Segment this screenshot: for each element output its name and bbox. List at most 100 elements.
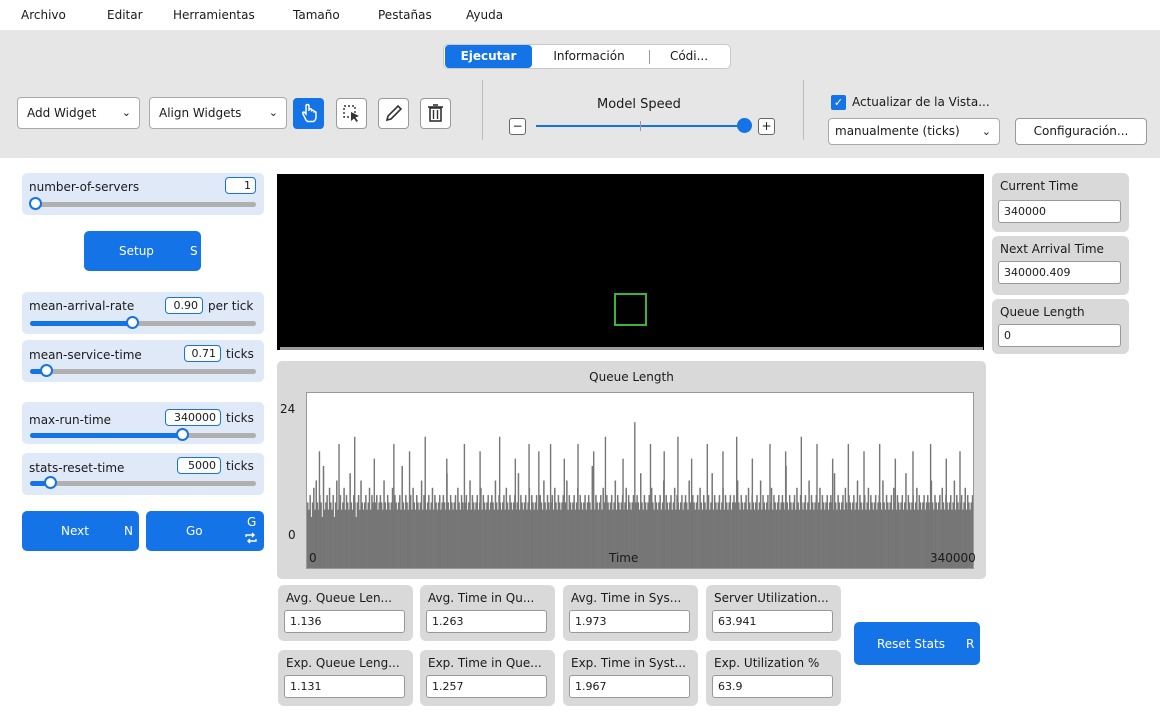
- monitor-label: Queue Length: [1000, 305, 1085, 319]
- slider-value[interactable]: 340000: [165, 409, 221, 426]
- slider-thumb[interactable]: [29, 197, 42, 210]
- monitor-value: 0: [998, 324, 1121, 347]
- slider-number-of-servers[interactable]: number-of-servers 1: [22, 173, 264, 215]
- pencil-icon: [385, 104, 403, 122]
- monitor-avg-queue-length: Avg. Queue Len... 1.136: [278, 585, 413, 641]
- slider-value[interactable]: 0.90: [165, 297, 203, 314]
- menu-archivo[interactable]: Archivo: [21, 8, 66, 22]
- slider-fill: [30, 321, 132, 326]
- menu-tamano[interactable]: Tamaño: [293, 8, 340, 22]
- server-turtle: [614, 293, 647, 326]
- slider-label: max-run-time: [29, 413, 112, 427]
- interact-tool-button[interactable]: [293, 98, 324, 129]
- histogram-peak-bar: [514, 458, 517, 568]
- slider-label: number-of-servers: [29, 180, 140, 194]
- slider-label: mean-service-time: [29, 348, 142, 362]
- menu-herramientas[interactable]: Herramientas: [173, 8, 255, 22]
- edit-tool-button[interactable]: [378, 98, 409, 129]
- monitor-exp-utilization: Exp. Utilization % 63.9: [706, 650, 841, 706]
- histogram-peak-bar: [563, 458, 566, 568]
- slider-max-run-time[interactable]: max-run-time 340000 ticks: [22, 402, 264, 444]
- slider-unit: per tick: [208, 299, 254, 313]
- speed-center-tick: [640, 121, 641, 131]
- histogram-peak-bar: [373, 458, 375, 568]
- tab-separator: [649, 50, 650, 64]
- next-button[interactable]: Next N: [22, 511, 139, 551]
- reset-stats-key: R: [966, 637, 975, 651]
- trash-icon: [428, 104, 443, 122]
- menu-bar: Archivo Editar Herramientas Tamaño Pesta…: [0, 0, 1160, 30]
- slider-unit: ticks: [226, 459, 254, 473]
- menu-pestanas[interactable]: Pestañas: [378, 8, 432, 22]
- slider-mean-arrival-rate[interactable]: mean-arrival-rate 0.90 per tick: [22, 292, 264, 334]
- histogram-peak-bar: [929, 444, 932, 568]
- add-widget-dropdown[interactable]: Add Widget ⌄: [17, 97, 140, 129]
- slider-thumb[interactable]: [40, 364, 53, 377]
- histogram-peak-bar: [479, 451, 481, 568]
- model-speed-label: Model Speed: [597, 97, 681, 112]
- slider-value[interactable]: 5000: [177, 457, 221, 474]
- speed-decrease-button[interactable]: −: [509, 118, 526, 135]
- setup-button[interactable]: Setup S: [84, 231, 201, 271]
- monitor-value: 63.941: [712, 610, 833, 633]
- speed-increase-button[interactable]: +: [758, 118, 775, 135]
- go-label: Go: [186, 524, 203, 538]
- slider-thumb[interactable]: [44, 476, 57, 489]
- settings-button[interactable]: Configuración...: [1015, 118, 1147, 145]
- chevron-down-icon: ⌄: [121, 106, 131, 119]
- histogram-peak-bar: [722, 451, 724, 568]
- slider-stats-reset-time[interactable]: stats-reset-time 5000 ticks: [22, 453, 264, 495]
- tab-codigo[interactable]: Códi...: [654, 45, 724, 68]
- histogram-peak-bar: [769, 444, 771, 568]
- setup-key: S: [190, 244, 198, 258]
- select-tool-button[interactable]: [336, 98, 367, 129]
- model-speed-knob[interactable]: [737, 118, 752, 133]
- delete-tool-button[interactable]: [420, 98, 451, 129]
- slider-label: mean-arrival-rate: [29, 299, 135, 313]
- hand-pointer-icon: [301, 103, 317, 123]
- tab-informacion[interactable]: Información: [534, 45, 644, 68]
- menu-ayuda[interactable]: Ayuda: [466, 8, 503, 22]
- slider-thumb[interactable]: [126, 316, 139, 329]
- monitor-label: Exp. Time in Syst...: [571, 656, 686, 670]
- slider-track[interactable]: [30, 364, 256, 377]
- update-mode-value: manualmente (ticks): [835, 124, 960, 138]
- go-button[interactable]: Go G: [146, 511, 264, 551]
- add-widget-label: Add Widget: [27, 106, 97, 120]
- monitor-value: 1.257: [426, 675, 547, 698]
- reset-stats-button[interactable]: Reset Stats R: [854, 622, 980, 665]
- slider-track[interactable]: [30, 476, 256, 489]
- monitor-label: Next Arrival Time: [1000, 242, 1104, 256]
- slider-value[interactable]: 1: [225, 177, 256, 194]
- align-widgets-dropdown[interactable]: Align Widgets ⌄: [149, 97, 287, 129]
- histogram-svg: [307, 422, 973, 568]
- menu-editar[interactable]: Editar: [107, 8, 143, 22]
- update-view-checkbox[interactable]: ✓: [831, 95, 846, 110]
- toolbar-divider: [803, 80, 804, 140]
- x-tick-min: 0: [309, 551, 317, 565]
- next-key: N: [124, 524, 133, 538]
- monitor-label: Server Utilization...: [714, 591, 829, 605]
- monitor-value: 1.263: [426, 610, 547, 633]
- monitor-queue-length: Queue Length 0: [992, 299, 1129, 354]
- slider-thumb[interactable]: [176, 428, 189, 441]
- slider-track[interactable]: [30, 316, 256, 329]
- histogram-peak-bar: [446, 458, 448, 568]
- plot-area: [306, 392, 974, 569]
- toolbar: Ejecutar Información Códi... Add Widget …: [0, 30, 1160, 158]
- histogram-peak-bar: [577, 444, 579, 568]
- align-widgets-label: Align Widgets: [159, 106, 242, 120]
- monitor-value: 1.973: [569, 610, 690, 633]
- update-mode-dropdown[interactable]: manualmente (ticks) ⌄: [828, 118, 1000, 145]
- histogram-peak-bar: [528, 444, 530, 568]
- chevron-down-icon: ⌄: [981, 125, 991, 138]
- histogram-peak-bar: [677, 436, 679, 568]
- slider-track[interactable]: [29, 197, 256, 210]
- tab-ejecutar[interactable]: Ejecutar: [445, 45, 532, 68]
- slider-value[interactable]: 0.71: [184, 345, 221, 362]
- slider-track[interactable]: [30, 428, 256, 441]
- slider-mean-service-time[interactable]: mean-service-time 0.71 ticks: [22, 340, 264, 382]
- histogram-peak-bar: [912, 451, 914, 568]
- histogram-peak-bar: [538, 451, 540, 568]
- histogram-peak-bar: [735, 436, 738, 568]
